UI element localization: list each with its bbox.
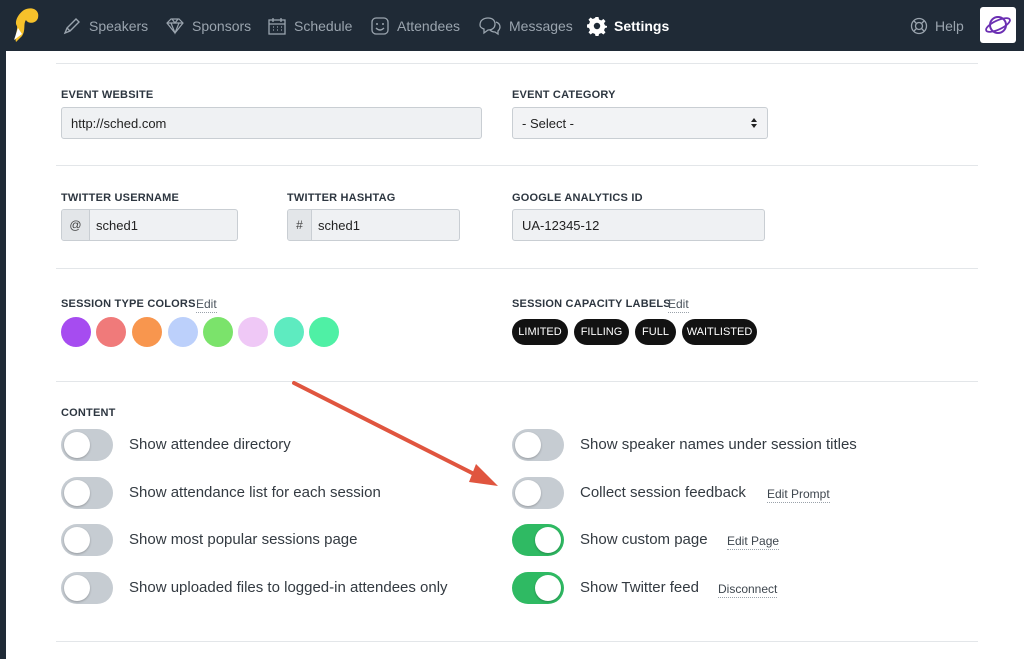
toggle-knob: [515, 480, 541, 506]
nav-settings[interactable]: Settings: [587, 0, 669, 51]
toggle-label: Collect session feedback: [580, 484, 746, 501]
toggle-knob: [64, 527, 90, 553]
event-website-input[interactable]: http://sched.com: [61, 107, 482, 139]
smiley-icon: [371, 16, 389, 35]
divider: [56, 641, 978, 642]
toggle-speaker-names[interactable]: [512, 429, 564, 461]
capacity-labels-label: SESSION CAPACITY LABELS: [512, 298, 671, 310]
capacity-pill-waitlisted[interactable]: WAITLISTED: [682, 319, 757, 345]
toggle-knob: [64, 480, 90, 506]
calendar-icon: [268, 17, 286, 35]
content-label: CONTENT: [61, 407, 116, 419]
toggle-twitter-feed[interactable]: [512, 572, 564, 604]
nav-schedule-label: Schedule: [294, 17, 353, 34]
nav-attendees-label: Attendees: [397, 17, 461, 34]
color-swatch[interactable]: [61, 317, 91, 347]
twitter-username-input[interactable]: sched1: [90, 210, 237, 240]
nav-settings-label: Settings: [614, 17, 670, 34]
twitter-hashtag-field[interactable]: # sched1: [287, 209, 460, 241]
lifebuoy-icon: [910, 17, 928, 34]
divider: [56, 268, 978, 269]
twitter-username-label: TWITTER USERNAME: [61, 192, 180, 204]
divider: [56, 63, 978, 64]
event-category-value: - Select -: [522, 115, 575, 131]
toggle-session-feedback[interactable]: [512, 477, 564, 509]
edit-colors-link[interactable]: Edit: [196, 297, 217, 313]
toggle-label: Show attendance list for each session: [129, 484, 381, 501]
toggle-knob: [515, 432, 541, 458]
toggle-label: Show most popular sessions page: [129, 531, 358, 548]
toggle-knob: [64, 575, 90, 601]
toggle-label: Show Twitter feed: [580, 579, 699, 596]
color-swatch[interactable]: [238, 317, 268, 347]
capacity-pill-filling[interactable]: FILLING: [574, 319, 629, 345]
edit-capacity-link[interactable]: Edit: [668, 297, 689, 313]
analytics-id-input[interactable]: UA-12345-12: [512, 209, 765, 241]
color-swatch[interactable]: [203, 317, 233, 347]
toggle-attendance-list[interactable]: [61, 477, 113, 509]
twitter-hashtag-input[interactable]: sched1: [312, 210, 459, 240]
nav-speakers-label: Speakers: [89, 17, 149, 34]
nav-messages-label: Messages: [509, 17, 573, 34]
toggle-knob: [535, 527, 561, 553]
avatar[interactable]: [980, 7, 1016, 43]
nav-help[interactable]: Help: [910, 0, 964, 51]
analytics-id-label: GOOGLE ANALYTICS ID: [512, 192, 643, 204]
twitter-username-field[interactable]: @ sched1: [61, 209, 238, 241]
at-prefix: @: [62, 210, 90, 240]
toggle-knob: [64, 432, 90, 458]
gear-icon: [587, 16, 607, 36]
capacity-pill-full[interactable]: FULL: [635, 319, 676, 345]
nav-speakers[interactable]: Speakers: [62, 0, 148, 51]
settings-panel: EVENT WEBSITE http://sched.com EVENT CAT…: [6, 51, 1024, 659]
diamond-icon: [166, 17, 184, 35]
divider: [56, 381, 978, 382]
event-website-label: EVENT WEBSITE: [61, 89, 154, 101]
select-arrows-icon: [751, 118, 757, 128]
toggle-knob: [535, 575, 561, 601]
color-swatch[interactable]: [168, 317, 198, 347]
nav-help-label: Help: [935, 17, 964, 34]
top-nav: Speakers Sponsors Schedule Attendees Mes…: [0, 0, 1024, 51]
color-swatch[interactable]: [96, 317, 126, 347]
hash-prefix: #: [288, 210, 312, 240]
toggle-uploaded-files[interactable]: [61, 572, 113, 604]
nav-attendees[interactable]: Attendees: [370, 0, 460, 51]
nav-messages[interactable]: Messages: [478, 0, 573, 51]
session-type-colors-label: SESSION TYPE COLORS: [61, 298, 196, 310]
event-category-label: EVENT CATEGORY: [512, 89, 616, 101]
chat-bubbles-icon: [479, 16, 501, 35]
color-swatch[interactable]: [309, 317, 339, 347]
disconnect-link[interactable]: Disconnect: [718, 582, 778, 598]
nav-schedule[interactable]: Schedule: [267, 0, 352, 51]
toggle-label: Show attendee directory: [129, 436, 291, 453]
capacity-pill-limited[interactable]: LIMITED: [512, 319, 568, 345]
nav-sponsors[interactable]: Sponsors: [165, 0, 251, 51]
sched-logo-icon[interactable]: [10, 6, 42, 44]
toggle-label: Show custom page: [580, 531, 708, 548]
toggle-custom-page[interactable]: [512, 524, 564, 556]
edit-page-link[interactable]: Edit Page: [727, 534, 780, 550]
planet-icon: [985, 16, 1011, 34]
color-swatch[interactable]: [274, 317, 304, 347]
pen-icon: [63, 17, 80, 34]
toggle-label: Show speaker names under session titles: [580, 436, 857, 453]
divider: [56, 165, 978, 166]
event-category-select[interactable]: - Select -: [512, 107, 768, 139]
toggle-label: Show uploaded files to logged-in attende…: [129, 579, 448, 596]
color-swatch[interactable]: [132, 317, 162, 347]
edit-prompt-link[interactable]: Edit Prompt: [767, 487, 830, 503]
twitter-hashtag-label: TWITTER HASHTAG: [287, 192, 396, 204]
toggle-attendee-directory[interactable]: [61, 429, 113, 461]
nav-sponsors-label: Sponsors: [192, 17, 252, 34]
toggle-popular-sessions[interactable]: [61, 524, 113, 556]
